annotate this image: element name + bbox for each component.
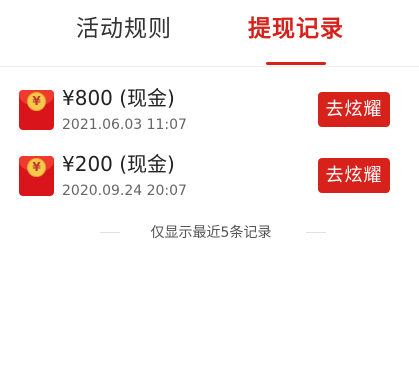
red-envelope-icon: ¥	[19, 156, 54, 196]
record-row: ¥ ¥200 (现金) 2020.09.24 20:07 去炫耀	[0, 148, 419, 208]
tab-activity-rules[interactable]: 活动规则	[68, 12, 180, 46]
record-time: 2021.06.03 11:07	[62, 117, 187, 133]
red-envelope-icon: ¥	[19, 90, 54, 130]
divider-line	[306, 232, 326, 233]
record-row: ¥ ¥800 (现金) 2021.06.03 11:07 去炫耀	[0, 82, 419, 142]
coin-icon: ¥	[27, 92, 46, 111]
show-off-button[interactable]: 去炫耀	[318, 92, 390, 127]
withdrawal-records-page: 活动规则 提现记录 ¥ ¥800 (现金) 2021.06.03 11:07 去…	[0, 0, 419, 378]
coin-icon: ¥	[27, 158, 46, 177]
record-amount: ¥800 (现金)	[62, 86, 175, 110]
record-time: 2020.09.24 20:07	[62, 183, 187, 199]
footer-note-text: 仅显示最近5条记录	[150, 225, 272, 241]
show-off-button[interactable]: 去炫耀	[318, 158, 390, 193]
footer-note: 仅显示最近5条记录	[0, 222, 419, 244]
tab-bar: 活动规则 提现记录	[0, 0, 419, 67]
record-amount: ¥200 (现金)	[62, 152, 175, 176]
tab-withdrawal-records[interactable]: 提现记录	[242, 12, 350, 46]
divider-line	[100, 232, 120, 233]
active-tab-indicator	[266, 62, 326, 65]
